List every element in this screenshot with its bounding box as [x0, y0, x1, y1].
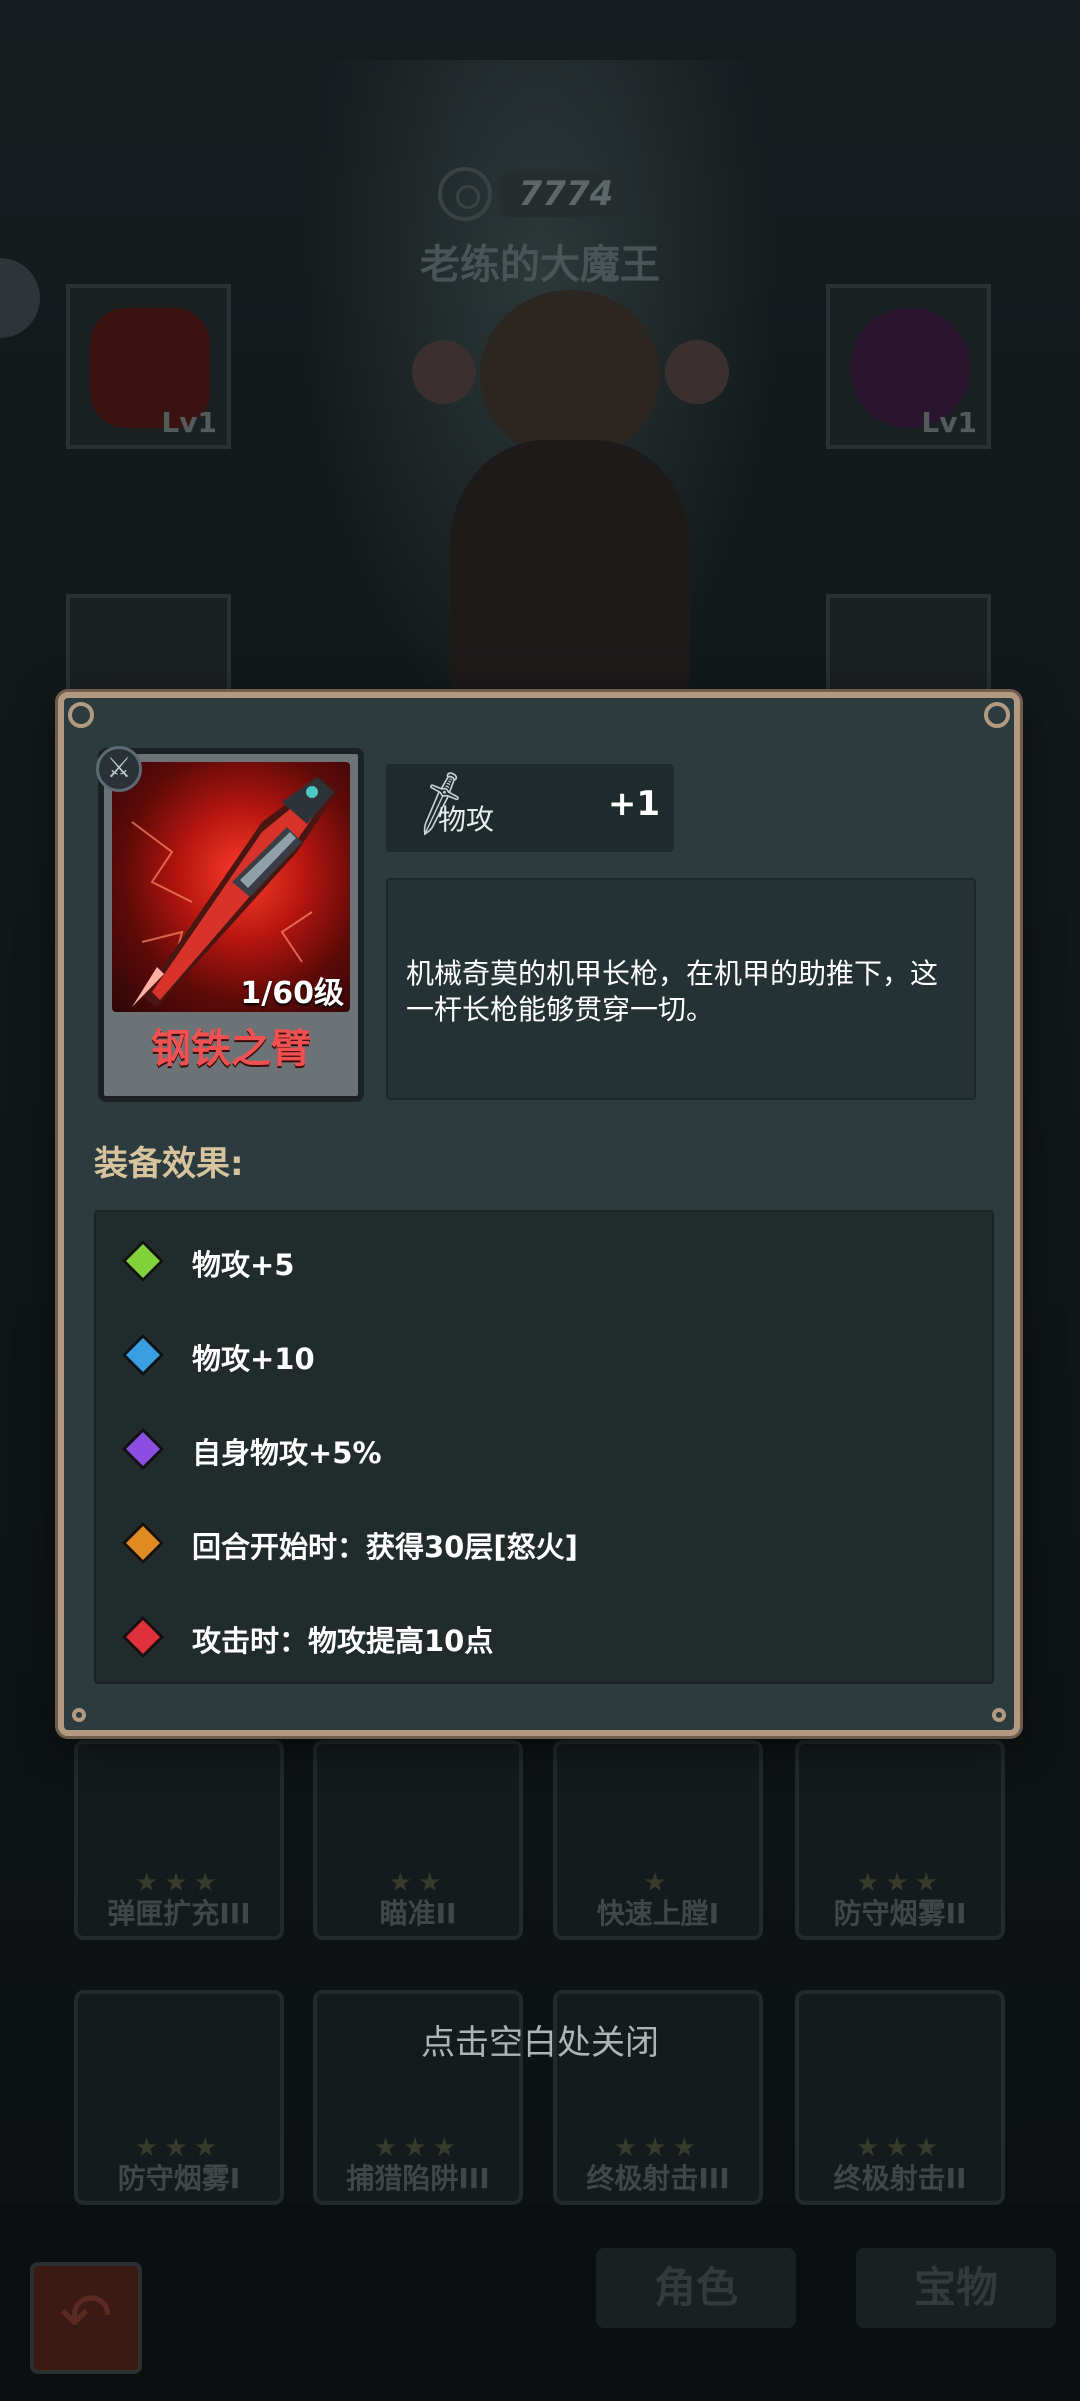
item-level: 1/60级: [240, 976, 344, 1011]
item-detail-panel: ⚔ 1/60级 钢铁之臂 🗡 物攻 +1 机械奇莫的机甲长枪，在机甲的助推下，这…: [58, 692, 1020, 1736]
equipment-slot-orb[interactable]: Lv1: [826, 284, 991, 449]
effects-list: 物攻+5 物攻+10 自身物攻+5% 回合开始时：获得30层[怒火] 攻击时：物…: [94, 1210, 994, 1684]
blue-gem-icon: [121, 1333, 165, 1377]
equipment-slot-boots[interactable]: [826, 594, 991, 704]
corner-ornament: [68, 702, 94, 728]
back-arrow-icon: ↶: [59, 2280, 113, 2354]
tab-role[interactable]: 角色: [596, 2248, 796, 2328]
power-value: 7774: [500, 171, 632, 217]
close-hint[interactable]: 点击空白处关闭: [0, 2015, 1080, 2064]
effect-row: 攻击时：物攻提高10点: [96, 1612, 992, 1672]
item-description: 机械奇莫的机甲长枪，在机甲的助推下，这一杆长枪能够贯穿一切。: [386, 878, 976, 1100]
power-display: 7774: [438, 165, 638, 225]
skill-card[interactable]: ★ 快速上膛I: [553, 1740, 763, 1940]
item-card: ⚔ 1/60级 钢铁之臂: [96, 746, 364, 1102]
effect-row: 物攻+10: [96, 1330, 992, 1390]
corner-ornament: [992, 1708, 1006, 1722]
stat-value: +1: [607, 784, 660, 824]
back-button[interactable]: ↶: [30, 2262, 142, 2374]
skill-card[interactable]: ★★★ 防守烟雾II: [795, 1740, 1005, 1940]
corner-ornament: [72, 1708, 86, 1722]
equipment-slot-armor[interactable]: [66, 594, 231, 704]
effect-row: 自身物攻+5%: [96, 1424, 992, 1484]
stat-label: 物攻: [438, 803, 495, 836]
corner-ornament: [984, 702, 1010, 728]
effect-row: 回合开始时：获得30层[怒火]: [96, 1518, 992, 1578]
tab-treasure[interactable]: 宝物: [856, 2248, 1056, 2328]
target-icon: [438, 167, 492, 221]
item-name: 钢铁之臂: [151, 1026, 311, 1072]
stat-chip: 🗡 物攻 +1: [386, 764, 674, 852]
sword-badge-icon: ⚔: [96, 746, 142, 792]
green-gem-icon: [121, 1239, 165, 1283]
orange-gem-icon: [121, 1521, 165, 1565]
effects-title: 装备效果:: [94, 1144, 244, 1184]
equipment-slot-weapon[interactable]: Lv1: [66, 284, 231, 449]
effect-row: 物攻+5: [96, 1236, 992, 1296]
purple-gem-icon: [121, 1427, 165, 1471]
red-gem-icon: [121, 1615, 165, 1659]
character-portrait: [400, 280, 730, 700]
skill-card[interactable]: ★★ 瞄准II: [313, 1740, 523, 1940]
skill-card[interactable]: ★★★ 弹匣扩充III: [74, 1740, 284, 1940]
